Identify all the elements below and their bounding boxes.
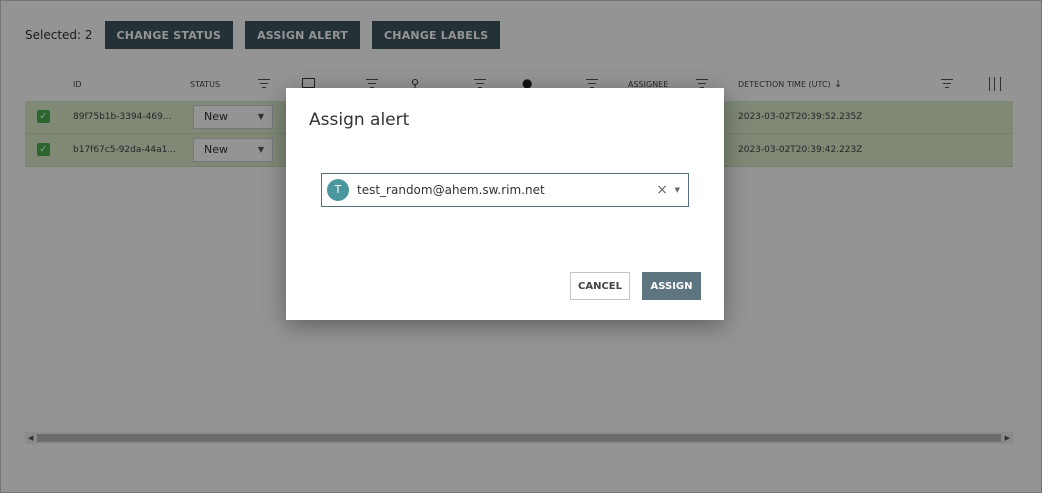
chevron-down-icon[interactable]: ▼ xyxy=(675,174,680,206)
assignee-select[interactable]: T test_random@ahem.sw.rim.net × ▼ xyxy=(321,173,689,207)
assign-alert-dialog: Assign alert T test_random@ahem.sw.rim.n… xyxy=(286,88,724,320)
assignee-value: test_random@ahem.sw.rim.net xyxy=(357,183,545,197)
clear-icon[interactable]: × xyxy=(656,174,668,206)
assign-button[interactable]: ASSIGN xyxy=(642,272,701,300)
cancel-button[interactable]: CANCEL xyxy=(570,272,630,300)
dialog-title: Assign alert xyxy=(309,110,410,130)
avatar: T xyxy=(327,179,349,201)
